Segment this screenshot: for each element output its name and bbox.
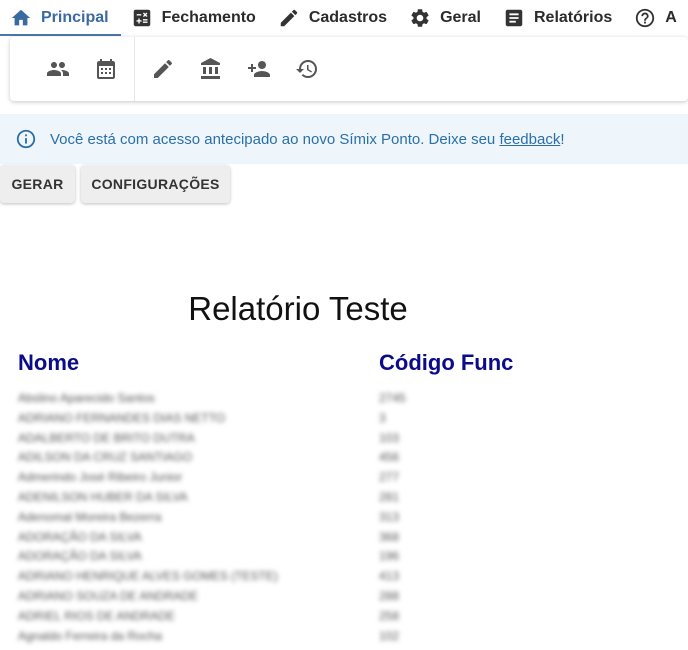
- employee-code: 281: [379, 489, 400, 504]
- employee-code: 102: [379, 628, 400, 643]
- tab-label: A: [665, 9, 677, 26]
- column-header-codigo: Código Func: [379, 350, 514, 375]
- toolbar-group-actions: [135, 37, 331, 101]
- table-row: Agnaldo Ferreira da Rocha 102: [0, 627, 688, 647]
- employee-code: 313: [379, 509, 400, 524]
- employee-code: 2745: [379, 391, 406, 405]
- employee-code: 288: [379, 588, 400, 603]
- employees-button[interactable]: [34, 45, 82, 93]
- table-row: ADILSON DA CRUZ SANTIAGO 456: [0, 448, 688, 468]
- employee-name: ADORAÇÃO DA SILVA: [18, 529, 142, 544]
- person-add-icon: [248, 61, 270, 77]
- tab-geral[interactable]: Geral: [399, 0, 493, 36]
- employee-name: ADRIANO SOUZA DE ANDRADE: [18, 588, 199, 603]
- history-icon: [296, 60, 317, 79]
- table-row: Abslino Aparecido Santos 2745: [0, 389, 688, 409]
- bank-button[interactable]: [187, 45, 235, 93]
- employee-name: ADRIEL RIOS DE ANDRADE: [18, 608, 175, 623]
- employee-code: 3: [379, 410, 386, 425]
- table-row: ADALBERTO DE BRITO DUTRA 103: [0, 429, 688, 449]
- employee-name: Agnaldo Ferreira da Rocha: [18, 628, 163, 643]
- table-row: ADRIEL RIOS DE ANDRADE 258: [0, 607, 688, 627]
- employee-code: 196: [379, 549, 400, 564]
- calculator-icon: [133, 9, 150, 27]
- calendar-icon: [97, 59, 115, 79]
- toolbar: [10, 37, 688, 101]
- employee-name: Abslino Aparecido Santos: [18, 391, 155, 405]
- employee-name: ADENILSON HUBER DA SILVA: [18, 489, 188, 504]
- gerar-button[interactable]: GERAR: [0, 165, 75, 203]
- table-row: ADRIANO SOUZA DE ANDRADE 288: [0, 587, 688, 607]
- tab-label: Cadastros: [308, 9, 388, 26]
- tab-cadastros[interactable]: Cadastros: [268, 0, 399, 36]
- table-row: ADRIANO FERNANDES DIAS NETTO 3: [0, 409, 688, 429]
- edit-button[interactable]: [139, 45, 187, 93]
- banner-suffix: !: [560, 130, 565, 148]
- employee-name: ADALBERTO DE BRITO DUTRA: [18, 430, 195, 445]
- banner-text: Você está com acesso antecipado ao novo …: [50, 130, 496, 148]
- employee-code: 368: [379, 529, 400, 544]
- home-icon: [11, 9, 31, 26]
- table-row: ADORAÇÃO DA SILVA 368: [0, 528, 688, 548]
- gear-icon: [411, 9, 429, 27]
- pencil-icon: [280, 9, 298, 27]
- table-row: ADRIANO HENRIQUE ALVES GOMES (TESTE) 413: [0, 567, 688, 587]
- feedback-link[interactable]: feedback: [499, 131, 560, 148]
- employee-code: 413: [379, 569, 400, 584]
- info-icon: [16, 129, 36, 149]
- tab-principal[interactable]: Principal: [0, 0, 121, 36]
- report-rows: Abslino Aparecido Santos 2745 ADRIANO FER…: [0, 389, 688, 646]
- toolbar-group-people: [10, 37, 135, 101]
- info-banner: Você está com acesso antecipado ao novo …: [0, 114, 688, 164]
- employee-code: 258: [379, 608, 400, 623]
- employee-name: Adenomal Moreira Bezerra: [18, 509, 162, 524]
- tab-ajuda[interactable]: A: [624, 0, 688, 36]
- employee-name: ADORAÇÃO DA SILVA: [18, 549, 142, 564]
- history-button[interactable]: [283, 45, 331, 93]
- action-buttons: GERAR CONFIGURAÇÕES: [0, 165, 230, 203]
- bank-icon: [201, 58, 220, 79]
- table-row: ADENILSON HUBER DA SILVA 281: [0, 488, 688, 508]
- help-icon: [636, 8, 655, 28]
- employee-code: 103: [379, 430, 400, 445]
- tab-relatorios[interactable]: Relatórios: [493, 0, 624, 36]
- tab-label: Fechamento: [161, 9, 256, 26]
- employee-code: 456: [379, 450, 400, 465]
- tab-label: Geral: [440, 9, 481, 26]
- table-row: ADORAÇÃO DA SILVA 196: [0, 547, 688, 567]
- employee-name: ADRIANO FERNANDES DIAS NETTO: [18, 410, 226, 425]
- column-header-nome: Nome: [18, 350, 80, 375]
- employee-name: Admerindo José Ribeiro Junior: [18, 470, 183, 485]
- table-row: Admerindo José Ribeiro Junior 277: [0, 468, 688, 488]
- table-row: Adenomal Moreira Bezerra 313: [0, 508, 688, 528]
- employee-code: 277: [379, 470, 400, 485]
- add-person-button[interactable]: [235, 45, 283, 93]
- report-title: Relatório Teste: [188, 290, 408, 327]
- document-icon: [505, 9, 523, 27]
- tab-fechamento[interactable]: Fechamento: [121, 0, 268, 36]
- tab-label: Principal: [41, 9, 109, 26]
- people-icon: [47, 62, 69, 76]
- employee-name: ADRIANO HENRIQUE ALVES GOMES (TESTE): [18, 569, 278, 584]
- calendar-button[interactable]: [82, 45, 130, 93]
- main-nav: Principal Fechamento Cadastros Geral Rel…: [0, 0, 688, 36]
- pencil-icon: [154, 59, 173, 78]
- employee-name: ADILSON DA CRUZ SANTIAGO: [18, 450, 193, 465]
- tab-label: Relatórios: [534, 9, 613, 26]
- configuracoes-button[interactable]: CONFIGURAÇÕES: [81, 165, 230, 203]
